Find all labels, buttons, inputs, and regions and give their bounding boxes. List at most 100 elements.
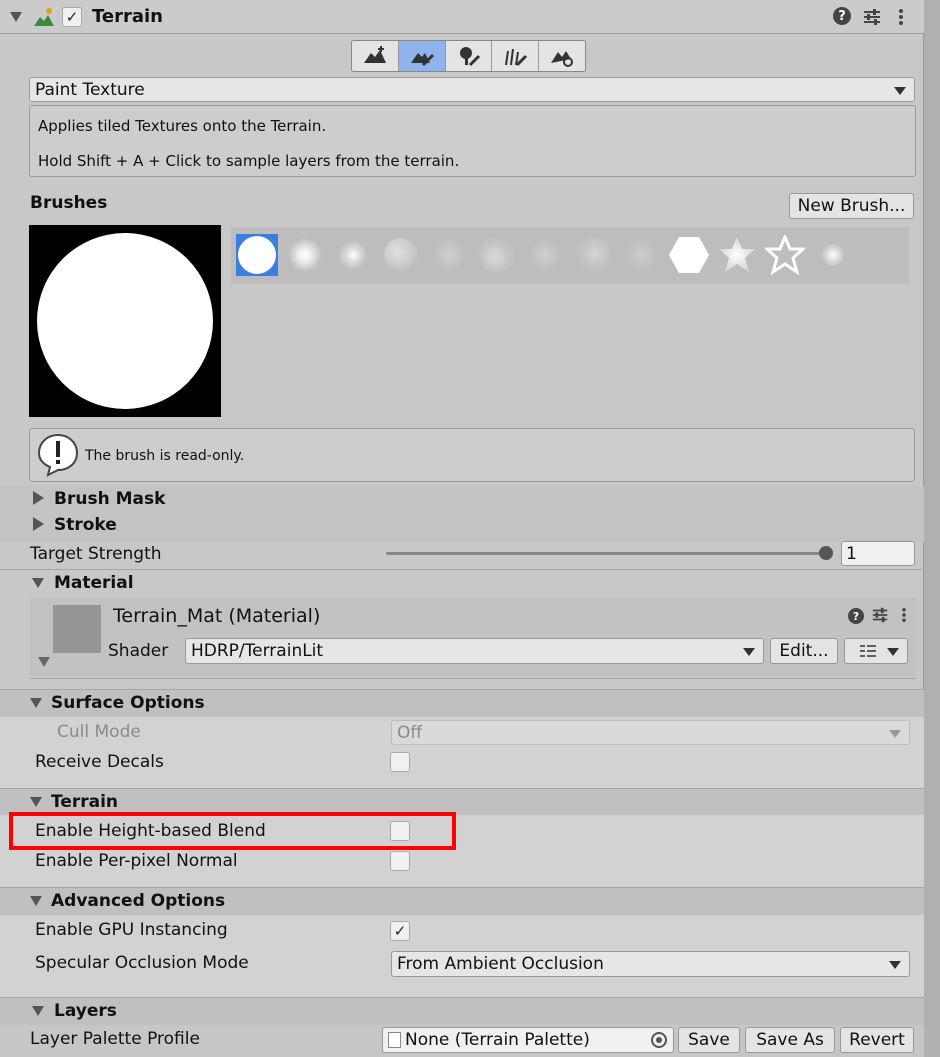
target-strength-slider-track[interactable] xyxy=(386,552,826,555)
readonly-warning: The brush is read-only. xyxy=(29,428,915,482)
brush-mask-label[interactable]: Brush Mask xyxy=(54,489,165,509)
target-strength-label: Target Strength xyxy=(30,544,162,564)
brush-dot[interactable] xyxy=(812,234,854,276)
layer-palette-label: Layer Palette Profile xyxy=(30,1029,200,1049)
receive-decals-label: Receive Decals xyxy=(35,752,164,772)
chevron-down-icon xyxy=(889,729,901,738)
file-icon xyxy=(388,1032,401,1048)
material-foldout-icon[interactable] xyxy=(32,578,44,588)
terrain-section-label[interactable]: Terrain xyxy=(51,792,118,812)
shader-dropdown[interactable]: HDRP/TerrainLit xyxy=(185,638,764,664)
description-line-1: Applies tiled Textures onto the Terrain. xyxy=(38,117,327,135)
specular-occlusion-dropdown[interactable]: From Ambient Occlusion xyxy=(391,951,910,977)
material-view-menu-button[interactable] xyxy=(844,638,908,664)
component-title: Terrain xyxy=(92,6,163,27)
help-icon[interactable]: ? xyxy=(833,7,851,25)
brush-noise-5[interactable] xyxy=(620,234,662,276)
cull-mode-dropdown: Off xyxy=(391,720,910,745)
warning-icon xyxy=(36,433,80,477)
cull-mode-value: Off xyxy=(397,722,423,743)
shader-label: Shader xyxy=(108,641,169,661)
surface-options-label[interactable]: Surface Options xyxy=(51,693,205,713)
material-name: Terrain_Mat (Material) xyxy=(113,605,321,627)
material-preview xyxy=(53,605,101,653)
description-line-2: Hold Shift + A + Click to sample layers … xyxy=(38,152,460,170)
paint-terrain-tool-button[interactable] xyxy=(398,41,446,71)
revert-palette-button[interactable]: Revert xyxy=(840,1027,914,1053)
new-brush-button[interactable]: New Brush... xyxy=(789,193,914,219)
list-icon xyxy=(860,645,876,657)
paint-details-tool-button[interactable] xyxy=(492,41,540,71)
paint-trees-tool-button[interactable] xyxy=(446,41,493,71)
gpu-instancing-checkbox[interactable]: ✓ xyxy=(390,921,410,941)
chevron-down-icon xyxy=(889,961,901,969)
advanced-options-label[interactable]: Advanced Options xyxy=(51,891,225,911)
brush-noise-2[interactable] xyxy=(476,234,518,276)
object-picker-icon[interactable] xyxy=(651,1032,667,1048)
component-enabled-checkbox[interactable]: ✓ xyxy=(62,7,82,27)
raise-terrain-icon xyxy=(363,46,386,63)
material-foldout-arrow-icon[interactable] xyxy=(38,657,50,667)
material-help-icon[interactable]: ? xyxy=(848,608,864,624)
brush-hexagon[interactable] xyxy=(668,234,710,276)
chevron-down-icon xyxy=(894,86,906,95)
brush-noise-3[interactable] xyxy=(524,234,566,276)
brush-soft-round[interactable] xyxy=(284,234,326,276)
brush-cloud[interactable] xyxy=(380,234,422,276)
brush-noise-4[interactable] xyxy=(572,234,614,276)
raise-terrain-tool-button[interactable] xyxy=(352,41,399,71)
target-strength-field[interactable]: 1 xyxy=(841,541,915,566)
tool-description-box: Applies tiled Textures onto the Terrain.… xyxy=(29,105,916,177)
terrain-settings-tool-button[interactable] xyxy=(539,41,585,71)
material-section-label[interactable]: Material xyxy=(54,573,134,593)
layers-label[interactable]: Layers xyxy=(54,1001,117,1021)
paint-details-icon xyxy=(505,48,528,67)
brush-noise-1[interactable] xyxy=(428,234,470,276)
brush-star-soft[interactable] xyxy=(716,234,758,276)
foldout-arrow-icon[interactable] xyxy=(10,12,22,22)
scrollbar[interactable] xyxy=(924,0,940,1057)
surface-options-foldout-icon[interactable] xyxy=(30,698,42,708)
specular-occlusion-value: From Ambient Occlusion xyxy=(397,954,604,974)
more-options-icon[interactable] xyxy=(893,7,909,27)
shader-value: HDRP/TerrainLit xyxy=(191,641,324,661)
per-pixel-normal-checkbox[interactable] xyxy=(390,851,410,871)
brush-star-outline[interactable] xyxy=(764,234,806,276)
layer-palette-value: None (Terrain Palette) xyxy=(405,1030,590,1050)
brush-soft-small[interactable] xyxy=(332,234,374,276)
paint-terrain-icon xyxy=(410,53,434,67)
highlight-box xyxy=(9,812,456,850)
brush-list xyxy=(231,227,909,284)
chevron-down-icon xyxy=(887,648,899,656)
paint-trees-icon xyxy=(460,47,481,67)
readonly-message: The brush is read-only. xyxy=(85,448,245,464)
layers-header[interactable] xyxy=(0,997,924,1025)
material-more-icon[interactable] xyxy=(897,606,911,624)
terrain-section-header[interactable] xyxy=(0,788,924,815)
save-palette-button[interactable]: Save xyxy=(678,1027,740,1053)
stroke-label[interactable]: Stroke xyxy=(54,515,117,535)
terrain-tool-group xyxy=(351,40,586,72)
layers-foldout-icon[interactable] xyxy=(32,1006,44,1016)
per-pixel-normal-label: Enable Per-pixel Normal xyxy=(35,851,238,871)
layer-palette-field[interactable]: None (Terrain Palette) xyxy=(382,1027,674,1053)
material-preset-icon[interactable] xyxy=(871,606,889,624)
brush-preview xyxy=(29,225,221,417)
brush-hard-round[interactable] xyxy=(236,234,278,276)
terrain-section-foldout-icon[interactable] xyxy=(30,797,42,807)
preset-icon[interactable] xyxy=(862,7,882,27)
tool-mode-value: Paint Texture xyxy=(35,79,145,100)
advanced-options-foldout-icon[interactable] xyxy=(30,896,42,906)
brush-mask-foldout-icon[interactable] xyxy=(33,491,44,505)
edit-shader-button[interactable]: Edit... xyxy=(770,638,838,664)
tool-mode-dropdown[interactable]: Paint Texture xyxy=(29,77,915,102)
receive-decals-checkbox[interactable] xyxy=(390,752,410,772)
save-as-palette-button[interactable]: Save As xyxy=(745,1027,835,1053)
cull-mode-label: Cull Mode xyxy=(57,722,141,742)
stroke-foldout-icon[interactable] xyxy=(33,517,44,531)
terrain-settings-icon xyxy=(551,51,574,67)
brushes-label: Brushes xyxy=(30,193,108,213)
gpu-instancing-label: Enable GPU Instancing xyxy=(35,920,228,940)
specular-occlusion-label: Specular Occlusion Mode xyxy=(35,953,249,973)
target-strength-slider-thumb[interactable] xyxy=(819,546,833,560)
